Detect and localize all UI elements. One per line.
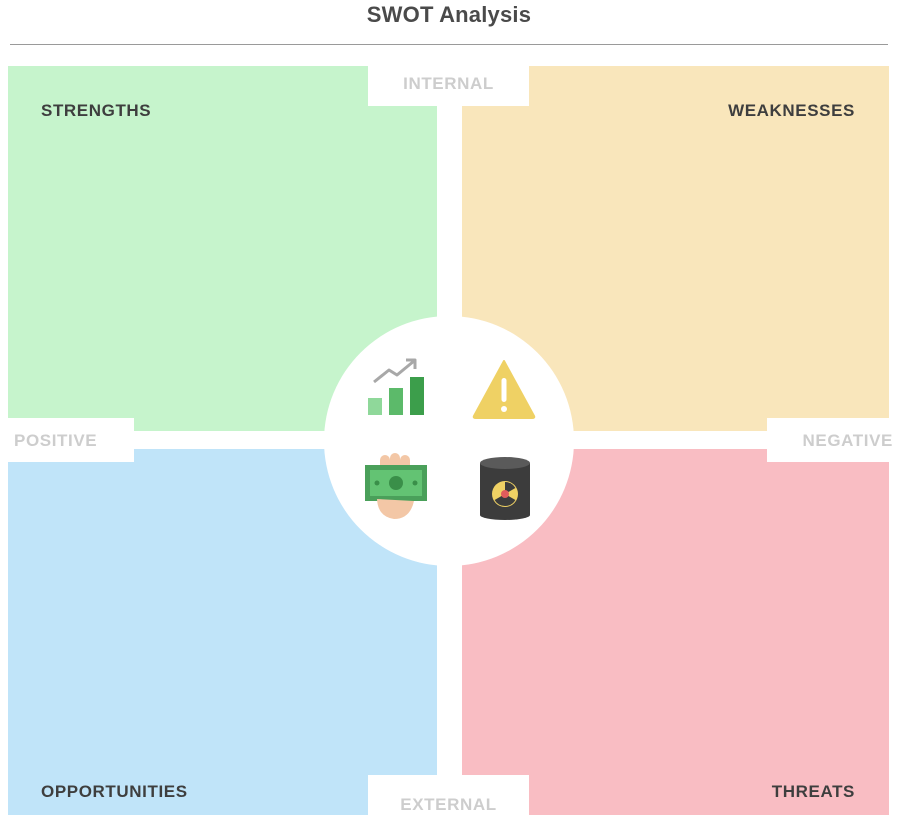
toxic-barrel-icon xyxy=(480,457,530,520)
internal-axis-label: INTERNAL xyxy=(368,66,529,106)
growth-chart-icon xyxy=(368,358,424,415)
opportunities-label: OPPORTUNITIES xyxy=(41,782,188,801)
weaknesses-label: WEAKNESSES xyxy=(728,101,855,120)
positive-axis-label: POSITIVE xyxy=(8,418,134,462)
center-circle xyxy=(324,316,574,566)
strengths-label: STRENGTHS xyxy=(41,101,152,120)
warning-icon xyxy=(472,360,536,419)
external-axis-label: EXTERNAL xyxy=(368,775,529,815)
money-hand-icon xyxy=(365,453,427,519)
title-divider xyxy=(10,44,888,45)
negative-axis-label: NEGATIVE xyxy=(767,418,898,462)
threats-label: THREATS xyxy=(771,782,855,801)
page-title: SWOT Analysis xyxy=(366,2,532,27)
